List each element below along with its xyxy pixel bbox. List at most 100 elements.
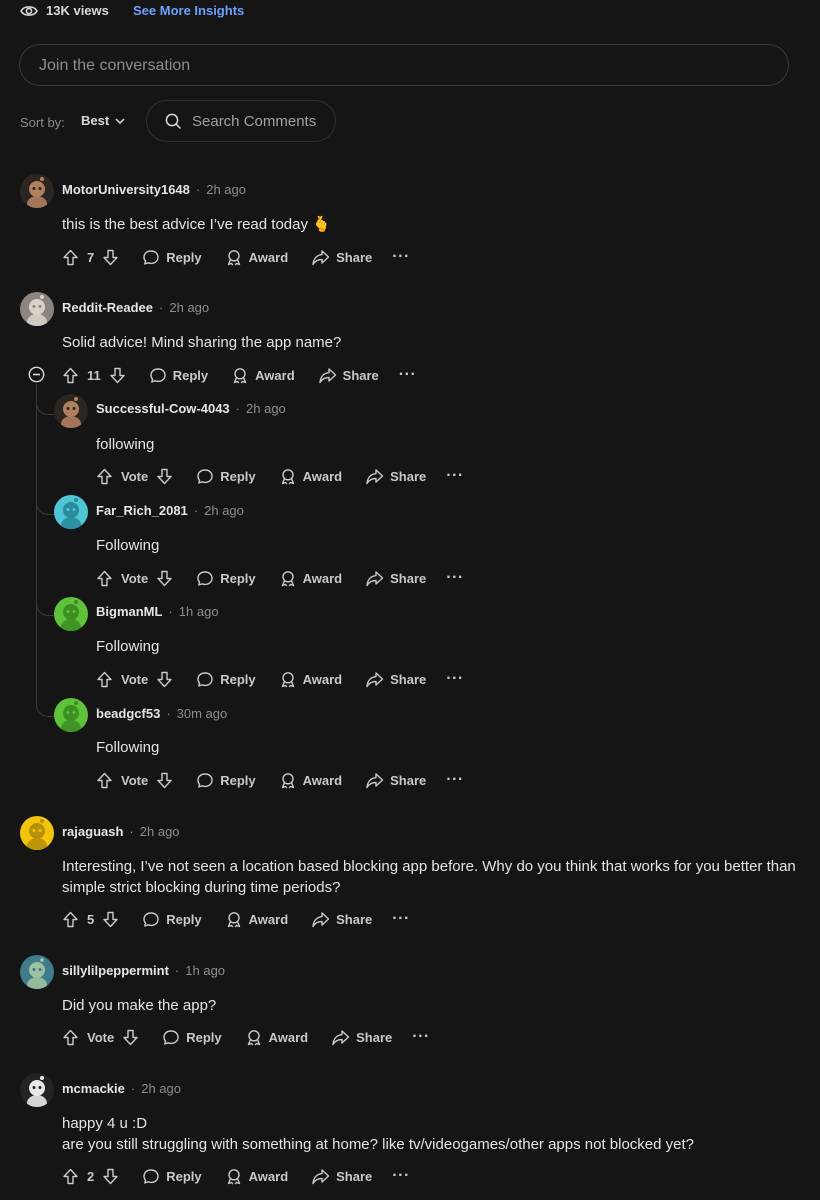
upvote-button[interactable] — [96, 772, 113, 789]
avatar[interactable] — [20, 1073, 54, 1107]
separator-dot: · — [235, 401, 241, 416]
search-comments[interactable] — [146, 100, 336, 142]
downvote-button[interactable] — [122, 1029, 139, 1046]
separator-dot: · — [195, 182, 201, 197]
reply-button[interactable]: Reply — [142, 1168, 202, 1185]
share-button[interactable]: Share — [311, 1168, 372, 1185]
share-icon — [311, 911, 330, 928]
upvote-button[interactable] — [62, 911, 79, 928]
more-options-button[interactable]: ··· — [446, 772, 463, 788]
comment-username[interactable]: sillylilpeppermint — [62, 963, 169, 978]
comment-username[interactable]: beadgcf53 — [96, 706, 160, 721]
share-button[interactable]: Share — [365, 570, 426, 587]
comment-username[interactable]: BigmanML — [96, 604, 162, 619]
more-options-button[interactable]: ··· — [392, 249, 409, 265]
upvote-button[interactable] — [62, 1168, 79, 1185]
downvote-icon — [156, 772, 173, 789]
award-icon — [225, 249, 243, 266]
share-button[interactable]: Share — [331, 1029, 392, 1046]
separator-dot: · — [166, 706, 171, 721]
comment-body: Following — [96, 739, 160, 756]
award-button[interactable]: Award — [231, 367, 295, 384]
more-options-button[interactable]: ··· — [399, 367, 416, 383]
award-button[interactable]: Award — [225, 249, 288, 266]
comment-body: Did you make the app? — [62, 997, 217, 1014]
upvote-button[interactable] — [62, 249, 79, 266]
upvote-button[interactable] — [96, 570, 113, 587]
more-options-button[interactable]: ··· — [446, 468, 463, 484]
more-options-button[interactable]: ··· — [392, 1168, 409, 1184]
upvote-button[interactable] — [96, 468, 113, 485]
vote-count: Vote — [121, 671, 149, 687]
award-button[interactable]: Award — [279, 468, 342, 485]
avatar[interactable] — [20, 816, 54, 850]
downvote-button[interactable] — [156, 468, 173, 485]
downvote-button[interactable] — [102, 1168, 119, 1185]
reply-label: Reply — [220, 468, 256, 484]
downvote-button[interactable] — [156, 570, 173, 587]
downvote-button[interactable] — [102, 249, 119, 266]
join-conversation-input-wrap[interactable] — [19, 44, 789, 87]
reply-button[interactable]: Reply — [196, 772, 256, 789]
more-options-button[interactable]: ··· — [446, 570, 463, 586]
award-button[interactable]: Award — [279, 671, 342, 688]
comment-username[interactable]: MotorUniversity1648 — [62, 182, 190, 197]
avatar[interactable] — [54, 597, 88, 631]
share-label: Share — [390, 468, 427, 484]
more-options-button[interactable]: ··· — [446, 671, 463, 687]
upvote-icon — [62, 367, 79, 384]
award-button[interactable]: Award — [245, 1029, 308, 1046]
sort-dropdown[interactable]: Best — [81, 113, 125, 128]
share-button[interactable]: Share — [318, 367, 379, 384]
comment-username[interactable]: Successful-Cow-4043 — [96, 401, 230, 416]
share-button[interactable]: Share — [311, 249, 372, 266]
reply-label: Reply — [220, 570, 256, 586]
see-more-insights-link[interactable]: See More Insights — [133, 3, 244, 18]
upvote-button[interactable] — [62, 367, 79, 384]
reply-button[interactable]: Reply — [149, 367, 208, 384]
downvote-button[interactable] — [102, 911, 119, 928]
avatar[interactable] — [20, 174, 54, 208]
share-button[interactable]: Share — [311, 911, 372, 928]
share-icon — [318, 367, 337, 384]
reply-button[interactable]: Reply — [196, 671, 256, 688]
share-label: Share — [390, 772, 427, 788]
award-button[interactable]: Award — [279, 772, 342, 789]
reply-icon — [142, 249, 160, 266]
comment-username[interactable]: rajaguash — [62, 824, 123, 839]
reply-button[interactable]: Reply — [196, 468, 256, 485]
upvote-button[interactable] — [62, 1029, 79, 1046]
join-conversation-input[interactable] — [37, 45, 761, 87]
avatar[interactable] — [20, 292, 54, 326]
comment-username[interactable]: Far_Rich_2081 — [96, 503, 188, 518]
more-options-button[interactable]: ··· — [412, 1029, 429, 1045]
downvote-button[interactable] — [109, 367, 126, 384]
share-button[interactable]: Share — [365, 671, 426, 688]
comment-actions: Vote Reply Award Share ··· — [96, 568, 464, 588]
separator-dot: · — [174, 963, 180, 978]
downvote-button[interactable] — [156, 671, 173, 688]
comment-meta: Reddit-Readee · 2h ago — [62, 300, 209, 315]
avatar[interactable] — [54, 394, 88, 428]
avatar[interactable] — [54, 698, 88, 732]
search-comments-input[interactable] — [190, 111, 334, 131]
reply-button[interactable]: Reply — [142, 249, 202, 266]
award-button[interactable]: Award — [225, 911, 288, 928]
more-options-button[interactable]: ··· — [392, 911, 409, 927]
reply-icon — [142, 1168, 160, 1185]
avatar[interactable] — [54, 495, 88, 529]
comment-username[interactable]: Reddit-Readee — [62, 300, 153, 315]
comment-meta: Successful-Cow-4043 · 2h ago — [96, 401, 286, 416]
downvote-button[interactable] — [156, 772, 173, 789]
award-button[interactable]: Award — [279, 570, 342, 587]
avatar[interactable] — [20, 955, 54, 989]
reply-button[interactable]: Reply — [142, 911, 202, 928]
reply-button[interactable]: Reply — [162, 1029, 222, 1046]
comment-username[interactable]: mcmackie — [62, 1081, 125, 1096]
collapse-thread-button[interactable] — [28, 366, 45, 383]
share-button[interactable]: Share — [365, 772, 426, 789]
share-button[interactable]: Share — [365, 468, 426, 485]
reply-button[interactable]: Reply — [196, 570, 256, 587]
award-button[interactable]: Award — [225, 1168, 288, 1185]
upvote-button[interactable] — [96, 671, 113, 688]
